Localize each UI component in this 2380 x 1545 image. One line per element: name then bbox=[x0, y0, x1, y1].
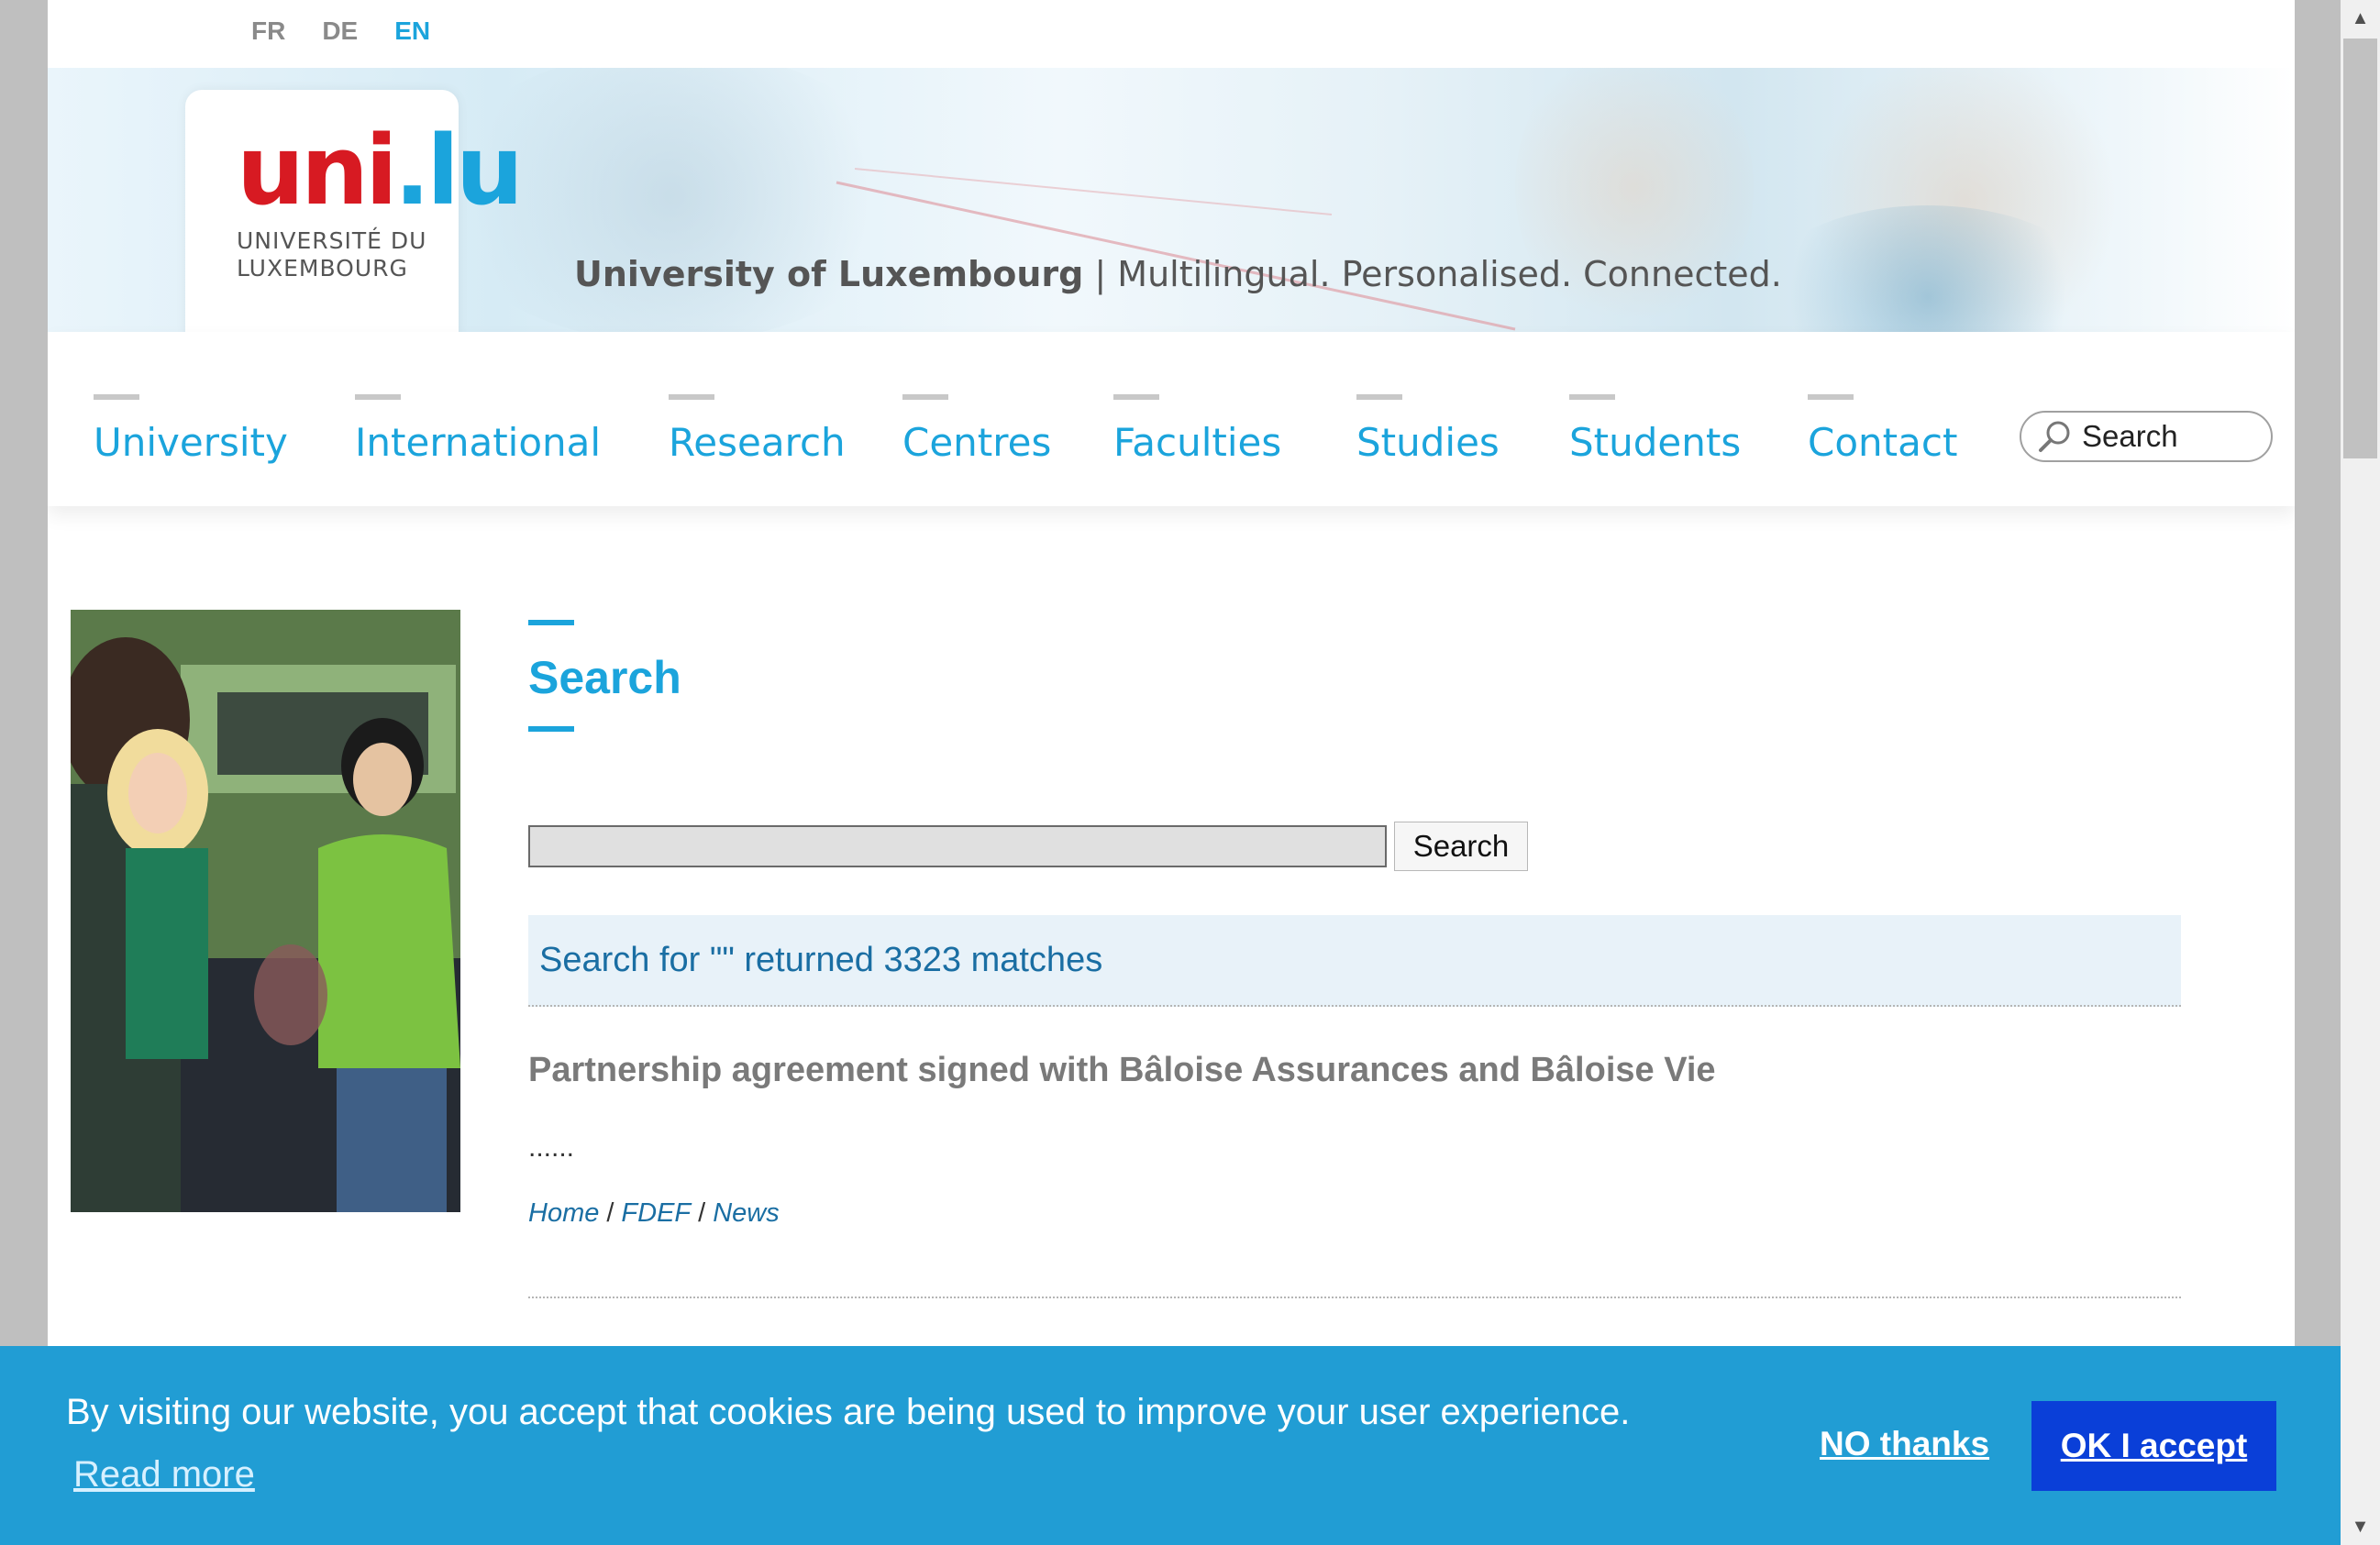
page: FR DE EN University of Luxembourg | Mult… bbox=[48, 0, 2295, 1545]
lang-fr-link[interactable]: FR bbox=[251, 17, 285, 46]
nav-item-research[interactable]: Research bbox=[669, 394, 846, 465]
logo-wordmark: UNIVERSITÉ DU LUXEMBOURG bbox=[237, 227, 427, 281]
nav-item-international[interactable]: International bbox=[355, 394, 601, 465]
results-summary: Search for "" returned 3323 matches bbox=[528, 915, 2181, 1007]
breadcrumb-fdef-link[interactable]: FDEF bbox=[621, 1198, 691, 1228]
site-tagline: University of Luxembourg | Multilingual.… bbox=[574, 254, 1782, 294]
result-divider bbox=[528, 1297, 2181, 1298]
logo-mark: uni.lu bbox=[237, 115, 524, 226]
nav-item-contact[interactable]: Contact bbox=[1808, 394, 1957, 465]
search-icon bbox=[2039, 421, 2070, 452]
cookie-message: By visiting our website, you accept that… bbox=[66, 1392, 1631, 1432]
sidebar-photo-students bbox=[71, 610, 460, 1212]
result-item: Partnership agreement signed with Bâlois… bbox=[528, 1051, 2181, 1229]
nav-item-university[interactable]: University bbox=[94, 394, 288, 465]
nav-search-input[interactable] bbox=[2080, 418, 2258, 455]
students-illustration bbox=[71, 610, 460, 1212]
cookie-read-more-link[interactable]: Read more bbox=[73, 1454, 255, 1495]
cookie-decline-button[interactable]: NO thanks bbox=[1820, 1425, 1989, 1463]
main-content: Search Search Search for "" returned 332… bbox=[528, 620, 2181, 1298]
nav-search-box bbox=[2020, 411, 2273, 462]
search-form: Search bbox=[528, 822, 1528, 871]
scrollbar-thumb[interactable] bbox=[2343, 39, 2377, 458]
result-title-link[interactable]: Partnership agreement signed with Bâlois… bbox=[528, 1051, 2181, 1090]
lang-de-link[interactable]: DE bbox=[322, 17, 358, 46]
nav-item-faculties[interactable]: Faculties bbox=[1113, 394, 1281, 465]
breadcrumb-home-link[interactable]: Home bbox=[528, 1198, 599, 1228]
cookie-banner: By visiting our website, you accept that… bbox=[0, 1346, 2341, 1545]
results-summary-text: Search for "" returned 3323 matches bbox=[539, 940, 1103, 979]
scroll-down-arrow-icon[interactable]: ▼ bbox=[2341, 1508, 2380, 1545]
breadcrumb-separator: / bbox=[606, 1198, 614, 1228]
title-accent-top bbox=[528, 620, 574, 625]
result-breadcrumb: Home / FDEF / News bbox=[528, 1198, 2181, 1229]
nav-item-students[interactable]: Students bbox=[1569, 394, 1741, 465]
lang-en-link[interactable]: EN bbox=[394, 17, 430, 46]
vertical-scrollbar[interactable]: ▲ ▼ bbox=[2341, 0, 2380, 1545]
search-input[interactable] bbox=[528, 825, 1387, 867]
scroll-up-arrow-icon[interactable]: ▲ bbox=[2341, 0, 2380, 37]
title-accent-bottom bbox=[528, 726, 574, 732]
cookie-accept-button[interactable]: OK I accept bbox=[2031, 1401, 2276, 1491]
language-switcher: FR DE EN bbox=[251, 17, 430, 46]
breadcrumb-separator: / bbox=[698, 1198, 706, 1228]
result-snippet: ...... bbox=[528, 1132, 575, 1163]
main-nav: University International Research Centre… bbox=[48, 332, 2295, 506]
breadcrumb-news-link[interactable]: News bbox=[713, 1198, 780, 1228]
search-button[interactable]: Search bbox=[1394, 822, 1528, 871]
nav-item-studies[interactable]: Studies bbox=[1356, 394, 1500, 465]
page-title: Search bbox=[528, 652, 681, 703]
nav-item-centres[interactable]: Centres bbox=[902, 394, 1051, 465]
university-logo[interactable]: uni.lu UNIVERSITÉ DU LUXEMBOURG bbox=[185, 90, 524, 337]
